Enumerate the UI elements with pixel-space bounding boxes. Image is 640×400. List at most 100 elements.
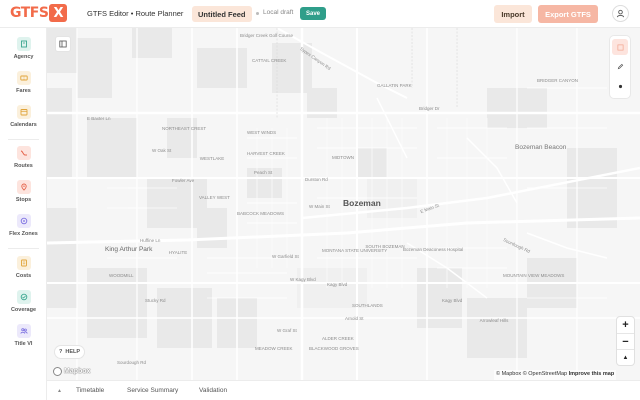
zone-icon	[16, 214, 31, 228]
map-label: Arrowleaf Hills	[479, 318, 509, 323]
user-icon	[616, 9, 625, 18]
mapbox-logo[interactable]: Mapbox	[53, 365, 90, 377]
map-label: MONTANA STATE UNIVERSITY	[322, 248, 388, 253]
mapbox-logo-text: Mapbox	[64, 367, 91, 375]
compass-button[interactable]: ▲	[617, 349, 634, 365]
expand-panel-icon[interactable]: ▲	[57, 388, 62, 394]
map-label: SOUTHLANDS	[352, 303, 383, 308]
sidebar-item-label: Costs	[15, 273, 32, 279]
ticket-icon	[16, 71, 31, 85]
sidebar-item-calendars[interactable]: Calendars	[0, 105, 47, 135]
map-label: HARVEST CREEK	[247, 151, 285, 156]
sidebar-item-label: Fares	[16, 88, 31, 94]
sidebar-item-label: Title VI	[14, 341, 33, 347]
save-button[interactable]: Save	[300, 7, 326, 20]
map-label: Bozeman Beacon	[515, 144, 567, 151]
zoom-in-button[interactable]: +	[617, 317, 634, 333]
zoom-out-button[interactable]: −	[617, 333, 634, 349]
help-label: HELP	[65, 349, 81, 355]
map-label: MEADOW CREEK	[255, 346, 293, 351]
map-label: GALLATIN PARK	[377, 83, 412, 88]
building-icon	[16, 37, 31, 51]
sidebar-item-costs[interactable]: Costs	[0, 256, 47, 286]
map-label: W Garfield St	[272, 254, 299, 259]
map-canvas[interactable]: Bridger Creek Golf Course Sypes Canyon R…	[47, 28, 640, 380]
map-label: Huffine Ln	[140, 238, 161, 243]
map-label: CATTAIL CREEK	[252, 58, 287, 63]
sidebar-item-label: Agency	[13, 54, 34, 60]
sidebar-item-label: Stops	[15, 197, 32, 203]
map-label: WESTLAKE	[199, 156, 225, 161]
sidebar-item-stops[interactable]: Stops	[0, 180, 47, 210]
mapbox-logo-icon	[53, 366, 62, 376]
map-label: Fowler Ave	[172, 178, 195, 183]
zoom-controls: + − ▲	[617, 317, 634, 365]
export-gtfs-button[interactable]: Export GTFS	[538, 5, 598, 23]
sidebar-item-coverage[interactable]: Coverage	[0, 290, 47, 320]
help-button[interactable]: ? HELP	[55, 346, 85, 358]
map-label: Kagy Blvd	[327, 282, 348, 287]
city-label: Bozeman	[343, 198, 381, 208]
feed-name-badge[interactable]: Untitled Feed	[192, 6, 252, 22]
people-icon	[16, 324, 31, 338]
map-label: W Graf St	[277, 328, 297, 333]
improve-map-link[interactable]: Improve this map	[569, 371, 615, 377]
map-label: WEST WINDS	[247, 130, 277, 135]
tab-timetable[interactable]: Timetable	[76, 387, 104, 394]
map-tool-panel	[610, 36, 630, 98]
logo-text: GTFS	[10, 5, 49, 21]
sidebar: Agency Fares Calendars Routes Stops Flex…	[0, 28, 47, 400]
import-button[interactable]: Import	[494, 5, 532, 23]
route-icon	[16, 146, 31, 160]
map-label: ALDER CREEK	[322, 336, 354, 341]
map-label: WOODMILL	[109, 273, 134, 278]
map-label: Bridger Dr	[419, 106, 440, 111]
select-tool-icon	[617, 44, 623, 50]
sidebar-item-title-vi[interactable]: Title VI	[0, 324, 47, 354]
logo-mark: X	[49, 4, 68, 22]
sidebar-item-agency[interactable]: Agency	[0, 37, 47, 67]
user-menu-button[interactable]	[612, 5, 629, 22]
map-label: MOUNTAIN VIEW MEADOWS	[503, 273, 564, 278]
panel-toggle-button[interactable]	[55, 36, 71, 52]
sidebar-panel-icon	[59, 40, 67, 48]
map-label: Durston Rd	[305, 177, 328, 182]
point-tool-button[interactable]	[612, 78, 628, 94]
map-attribution: © Mapbox © OpenStreetMap Improve this ma…	[494, 370, 617, 380]
map-label: W Main St	[309, 204, 330, 209]
app-title: GTFS Editor • Route Planner	[87, 9, 184, 18]
map-label: W Oak St	[152, 148, 172, 153]
map-label: Sourdough Rd	[117, 360, 147, 365]
sidebar-item-flex-zones[interactable]: Flex Zones	[0, 214, 47, 244]
map-label: E Baxter Ln	[87, 116, 111, 121]
map-label: BABCOCK MEADOWS	[237, 211, 285, 216]
select-tool-button[interactable]	[612, 39, 628, 55]
map-label: MIDTOWN	[332, 155, 354, 160]
tab-validation[interactable]: Validation	[199, 387, 227, 394]
dot-icon	[618, 84, 622, 88]
attribution-mapbox-link[interactable]: © Mapbox	[496, 371, 521, 377]
map-label: BRIDGER CANYON	[537, 78, 579, 83]
calendar-icon	[16, 105, 31, 119]
sidebar-divider	[8, 248, 39, 249]
sidebar-item-routes[interactable]: Routes	[0, 146, 47, 176]
app-header: GTFS X GTFS Editor • Route Planner Untit…	[0, 0, 640, 28]
map-label: W Kagy Blvd	[290, 277, 316, 282]
tab-service-summary[interactable]: Service Summary	[127, 387, 178, 394]
map-label: Bridger Creek Golf Course	[240, 33, 294, 38]
map-label: NORTHEAST CREST	[162, 126, 207, 131]
costs-icon	[16, 256, 31, 270]
map-label: Arnold St	[345, 316, 364, 321]
map-label: BLACKWOOD GROVES	[309, 346, 359, 351]
pencil-icon	[617, 63, 623, 69]
sidebar-item-fares[interactable]: Fares	[0, 71, 47, 101]
coverage-icon	[16, 290, 31, 304]
map-label: Kagy Blvd	[442, 298, 463, 303]
sidebar-item-label: Coverage	[10, 307, 37, 313]
map-label: VALLEY WEST	[199, 195, 230, 200]
app-logo[interactable]: GTFS X	[10, 4, 68, 22]
map-label: SOUTH BOZEMAN	[365, 244, 405, 249]
draw-tool-button[interactable]	[612, 58, 628, 74]
attribution-osm-link[interactable]: © OpenStreetMap	[523, 371, 567, 377]
map-label: King Arthur Park	[105, 246, 153, 253]
